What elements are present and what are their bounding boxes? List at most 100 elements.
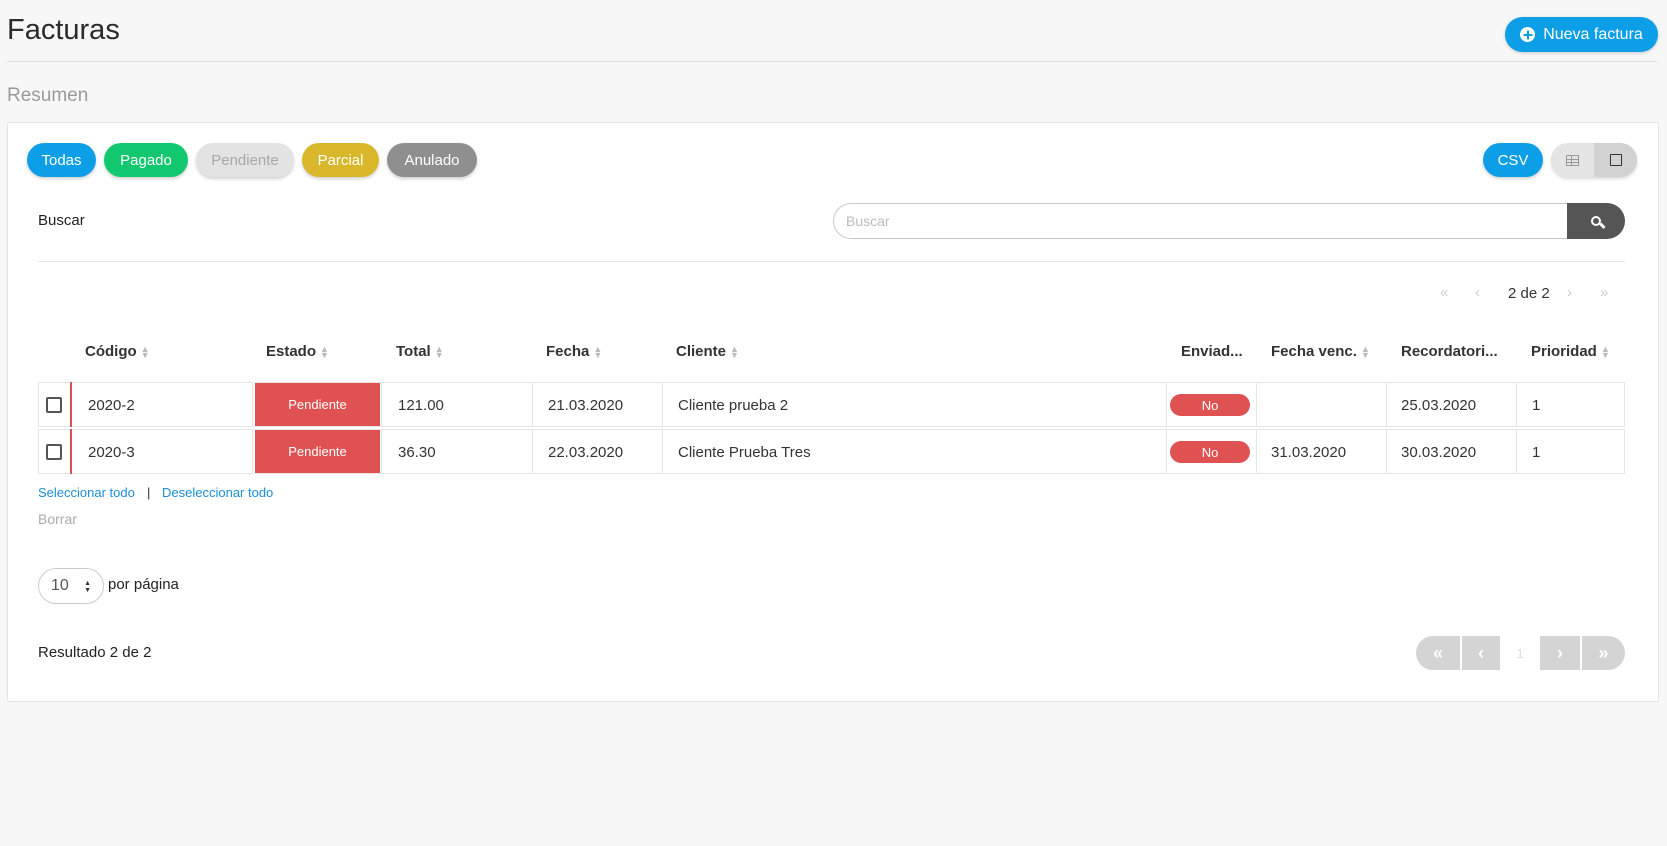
search-icon <box>1591 216 1601 226</box>
sort-icon: ▲ ▼ <box>1600 344 1610 361</box>
cell-divider <box>252 429 253 474</box>
cell-divider <box>662 382 663 427</box>
search-input[interactable] <box>833 203 1568 239</box>
view-toggle <box>1551 143 1637 177</box>
cell-divider <box>381 429 382 474</box>
per-page-select[interactable]: 10 ▲ ▼ <box>38 568 104 604</box>
cell-divider <box>532 429 533 474</box>
column-header-total[interactable]: Total ▲ ▼ <box>396 343 444 360</box>
link-separator: | <box>147 485 151 500</box>
delete-button[interactable]: Borrar <box>38 511 77 527</box>
column-label: Enviad... <box>1181 343 1243 360</box>
sort-icon: ▲ ▼ <box>140 344 150 361</box>
pager-current-page[interactable]: 1 <box>1500 636 1540 670</box>
cell-prioridad: 1 <box>1532 397 1541 414</box>
filter-todas[interactable]: Todas <box>27 143 96 177</box>
column-header-codigo[interactable]: Código ▲ ▼ <box>85 343 150 360</box>
status-badge: Pendiente <box>255 430 380 473</box>
per-page-value: 10 <box>51 577 69 594</box>
cell-fecha-venc: 31.03.2020 <box>1271 444 1347 461</box>
summary-label: Resumen <box>7 85 89 106</box>
sent-badge: No <box>1170 394 1250 416</box>
column-header-fecha-venc[interactable]: Fecha venc. ▲ ▼ <box>1271 343 1370 360</box>
top-pager-first[interactable]: « <box>1440 284 1448 301</box>
row-status-bar <box>70 429 72 474</box>
column-header-cliente[interactable]: Cliente ▲ ▼ <box>676 343 739 360</box>
page-title: Facturas <box>7 14 120 46</box>
search-label: Buscar <box>38 212 85 229</box>
select-arrows-icon: ▲ ▼ <box>84 580 91 594</box>
column-header-fecha[interactable]: Fecha ▲ ▼ <box>546 343 602 360</box>
row-checkbox[interactable] <box>46 444 62 460</box>
cell-prioridad: 1 <box>1532 444 1541 461</box>
cell-divider <box>1256 382 1257 427</box>
cell-divider <box>1166 429 1167 474</box>
cell-codigo: 2020-2 <box>88 397 135 414</box>
column-label: Recordatori... <box>1401 343 1498 360</box>
pager-first-button[interactable]: « <box>1416 636 1460 670</box>
cell-divider <box>1386 429 1387 474</box>
status-badge: Pendiente <box>255 383 380 426</box>
table-icon <box>1566 154 1579 166</box>
column-header-estado[interactable]: Estado ▲ ▼ <box>266 343 329 360</box>
plus-circle-icon <box>1520 27 1536 42</box>
column-label: Total <box>396 343 431 360</box>
card-view-button[interactable] <box>1594 143 1637 177</box>
sort-icon: ▲ ▼ <box>434 344 444 361</box>
filter-parcial[interactable]: Parcial <box>302 143 379 177</box>
sort-icon: ▲ ▼ <box>593 344 603 361</box>
cell-divider <box>381 382 382 427</box>
filter-anulado[interactable]: Anulado <box>387 143 477 177</box>
cell-divider <box>1386 382 1387 427</box>
cell-divider <box>1166 382 1167 427</box>
cell-total: 121.00 <box>398 397 444 414</box>
row-status-bar <box>70 382 72 427</box>
cell-recordatorio: 30.03.2020 <box>1401 444 1477 461</box>
new-invoice-label: Nueva factura <box>1543 25 1643 43</box>
cell-total: 36.30 <box>398 444 436 461</box>
top-pager-next[interactable]: › <box>1567 284 1572 301</box>
search-divider <box>38 261 1625 262</box>
pager-prev-button[interactable]: ‹ <box>1462 636 1500 670</box>
result-count: Resultado 2 de 2 <box>38 644 152 661</box>
cell-divider <box>662 429 663 474</box>
filter-pendiente[interactable]: Pendiente <box>196 143 294 177</box>
row-checkbox[interactable] <box>46 397 62 413</box>
cell-cliente: Cliente Prueba Tres <box>678 444 811 461</box>
sort-icon: ▲ ▼ <box>320 344 329 361</box>
sent-badge: No <box>1170 441 1250 463</box>
cell-divider <box>1516 382 1517 427</box>
column-label: Fecha <box>546 343 590 360</box>
select-all-link[interactable]: Seleccionar todo <box>38 485 135 500</box>
table-view-button[interactable] <box>1551 143 1594 177</box>
pager-last-button[interactable]: » <box>1582 636 1625 670</box>
top-pager-prev[interactable]: ‹ <box>1475 284 1480 301</box>
column-label: Estado <box>266 343 317 360</box>
top-pager-last[interactable]: » <box>1600 284 1608 301</box>
sort-icon: ▲ ▼ <box>730 344 739 361</box>
cell-divider <box>1516 429 1517 474</box>
pager-next-button[interactable]: › <box>1540 636 1580 670</box>
column-header-enviado[interactable]: Enviad... <box>1181 343 1243 360</box>
cell-cliente: Cliente prueba 2 <box>678 397 789 414</box>
sort-icon: ▲ ▼ <box>1360 344 1370 361</box>
square-icon <box>1609 154 1622 166</box>
column-label: Cliente <box>676 343 727 360</box>
filter-pagado[interactable]: Pagado <box>104 143 188 177</box>
column-header-prioridad[interactable]: Prioridad ▲ ▼ <box>1531 343 1610 360</box>
csv-button[interactable]: CSV <box>1483 143 1543 177</box>
cell-divider <box>532 382 533 427</box>
cell-fecha: 22.03.2020 <box>548 444 624 461</box>
column-label: Fecha venc. <box>1271 343 1357 360</box>
cell-recordatorio: 25.03.2020 <box>1401 397 1477 414</box>
per-page-label: por página <box>108 576 179 593</box>
title-divider <box>7 61 1657 62</box>
cell-fecha: 21.03.2020 <box>548 397 624 414</box>
cell-divider <box>252 382 253 427</box>
deselect-all-link[interactable]: Deseleccionar todo <box>162 485 273 500</box>
column-header-recordatorio[interactable]: Recordatori... <box>1401 343 1498 360</box>
column-label: Código <box>85 343 137 360</box>
cell-divider <box>1256 429 1257 474</box>
new-invoice-button[interactable]: Nueva factura <box>1505 17 1658 52</box>
search-button[interactable] <box>1567 203 1625 239</box>
